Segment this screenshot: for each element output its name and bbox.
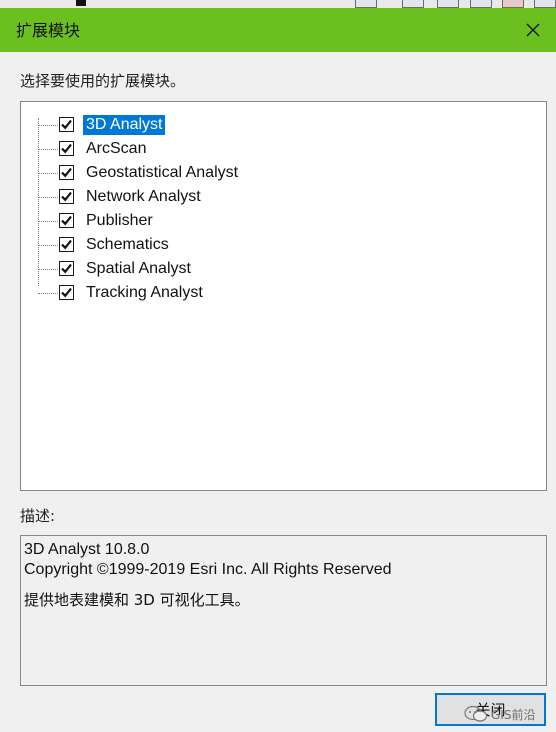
title-close-button[interactable] xyxy=(510,8,556,52)
tree-branch-line xyxy=(38,149,58,150)
tree-branch-line xyxy=(38,269,58,270)
extension-label[interactable]: 3D Analyst xyxy=(83,115,166,135)
tree-branch-line xyxy=(38,221,58,222)
checkmark-icon xyxy=(61,143,72,154)
extension-label[interactable]: Network Analyst xyxy=(83,187,204,207)
instruction-text: 选择要使用的扩展模块。 xyxy=(20,72,186,90)
extension-item[interactable]: 3D Analyst xyxy=(38,114,438,136)
checkmark-icon xyxy=(61,287,72,298)
extension-checkbox[interactable] xyxy=(59,189,74,204)
tree-branch-line xyxy=(38,173,58,174)
extension-item[interactable]: Spatial Analyst xyxy=(38,258,438,280)
tree-branch-line xyxy=(38,125,58,126)
extension-label[interactable]: Tracking Analyst xyxy=(83,283,206,303)
extension-checkbox[interactable] xyxy=(59,141,74,156)
extension-item[interactable]: Schematics xyxy=(38,234,438,256)
toolbar-button xyxy=(470,0,492,8)
extension-checkbox[interactable] xyxy=(59,165,74,180)
title-bar: 扩展模块 xyxy=(0,8,556,52)
extension-checkbox[interactable] xyxy=(59,261,74,276)
description-text: 提供地表建模和 3D 可视化工具。 xyxy=(24,591,250,609)
checkmark-icon xyxy=(61,215,72,226)
extension-label[interactable]: Schematics xyxy=(83,235,172,255)
toolbar-button xyxy=(355,0,377,8)
extension-label[interactable]: Spatial Analyst xyxy=(83,259,194,279)
extensions-list[interactable]: 3D Analyst ArcScan Geostatistical Analyst N… xyxy=(20,101,547,491)
description-box: 3D Analyst 10.8.0 Copyright ©1999-2019 E… xyxy=(20,535,547,686)
tree-branch-line xyxy=(38,197,58,198)
extension-item[interactable]: Publisher xyxy=(38,210,438,232)
checkmark-icon xyxy=(61,263,72,274)
toolbar-button xyxy=(402,0,424,8)
extension-label[interactable]: ArcScan xyxy=(83,139,149,159)
checkmark-icon xyxy=(61,239,72,250)
description-copyright: Copyright ©1999-2019 Esri Inc. All Right… xyxy=(24,561,392,578)
dialog-title: 扩展模块 xyxy=(16,21,81,40)
toolbar-button xyxy=(437,0,459,8)
extension-item[interactable]: ArcScan xyxy=(38,138,438,160)
checkmark-icon xyxy=(61,119,72,130)
extension-label[interactable]: Geostatistical Analyst xyxy=(83,163,241,183)
extension-checkbox[interactable] xyxy=(59,213,74,228)
extension-item[interactable]: Tracking Analyst xyxy=(38,282,438,304)
checkmark-icon xyxy=(61,167,72,178)
close-button[interactable]: 关闭 xyxy=(435,693,546,726)
tree-branch-line xyxy=(38,245,58,246)
extensions-dialog: 扩展模块 选择要使用的扩展模块。 3D Analyst ArcScan Geosta… xyxy=(0,8,556,732)
toolbar-button xyxy=(502,0,524,8)
extension-item[interactable]: Geostatistical Analyst xyxy=(38,162,438,184)
toolbar-button xyxy=(534,0,556,8)
description-version: 3D Analyst 10.8.0 xyxy=(24,541,150,558)
tree-branch-line xyxy=(38,293,58,294)
extension-label[interactable]: Publisher xyxy=(83,211,156,231)
extension-checkbox[interactable] xyxy=(59,285,74,300)
extension-checkbox[interactable] xyxy=(59,237,74,252)
checkmark-icon xyxy=(61,191,72,202)
description-label: 描述: xyxy=(20,507,56,525)
close-icon xyxy=(526,23,540,37)
extension-checkbox[interactable] xyxy=(59,117,74,132)
toolbar-icon xyxy=(76,0,86,6)
background-app-toolbar xyxy=(0,0,556,8)
extension-item[interactable]: Network Analyst xyxy=(38,186,438,208)
